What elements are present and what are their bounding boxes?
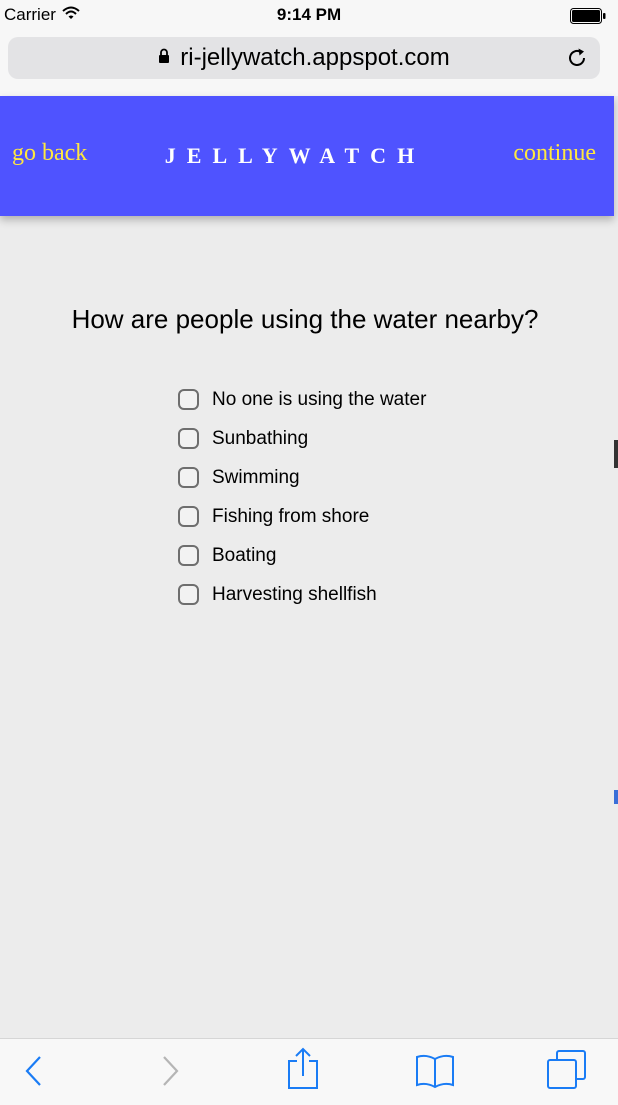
option-label: Boating (212, 544, 277, 566)
status-bar: Carrier 9:14 PM (0, 0, 618, 32)
option-label: Sunbathing (212, 427, 309, 449)
option-label: No one is using the water (212, 388, 427, 410)
battery-icon (570, 8, 606, 29)
option-no-one[interactable]: No one is using the water (178, 380, 426, 419)
back-arrow-icon[interactable] (20, 1051, 46, 1096)
option-label: Harvesting shellfish (212, 583, 377, 605)
checkbox[interactable] (178, 428, 199, 449)
browser-chrome: ri-jellywatch.appspot.com (0, 32, 618, 96)
tabs-icon[interactable] (546, 1049, 588, 1096)
option-sunbathing[interactable]: Sunbathing (178, 419, 426, 458)
browser-toolbar (0, 1038, 618, 1105)
option-fishing[interactable]: Fishing from shore (178, 497, 426, 536)
option-swimming[interactable]: Swimming (178, 458, 426, 497)
app-header: go back JELLYWATCH continue (0, 96, 614, 216)
checkbox[interactable] (178, 467, 199, 488)
brand-title: JELLYWATCH (164, 143, 426, 168)
option-label: Fishing from shore (212, 505, 370, 527)
option-harvesting[interactable]: Harvesting shellfish (178, 575, 426, 614)
url-text: ri-jellywatch.appspot.com (180, 44, 450, 71)
checkbox[interactable] (178, 506, 199, 527)
address-bar[interactable]: ri-jellywatch.appspot.com (8, 37, 600, 79)
edge-divider (614, 790, 618, 804)
checkbox[interactable] (178, 389, 199, 410)
checkbox[interactable] (178, 584, 199, 605)
clock: 9:14 PM (276, 5, 342, 24)
option-boating[interactable]: Boating (178, 536, 426, 575)
share-icon[interactable] (286, 1047, 320, 1096)
bookmarks-icon[interactable] (414, 1051, 456, 1096)
checkbox[interactable] (178, 545, 199, 566)
lock-icon (158, 48, 170, 69)
continue-link[interactable]: continue (513, 140, 596, 167)
edge-divider (614, 440, 618, 468)
reload-icon[interactable] (566, 47, 588, 74)
forward-arrow-icon[interactable] (158, 1051, 184, 1096)
option-label: Swimming (212, 466, 300, 488)
options-list: No one is using the water Sunbathing Swi… (178, 380, 426, 614)
question-text: How are people using the water nearby? (71, 304, 539, 334)
